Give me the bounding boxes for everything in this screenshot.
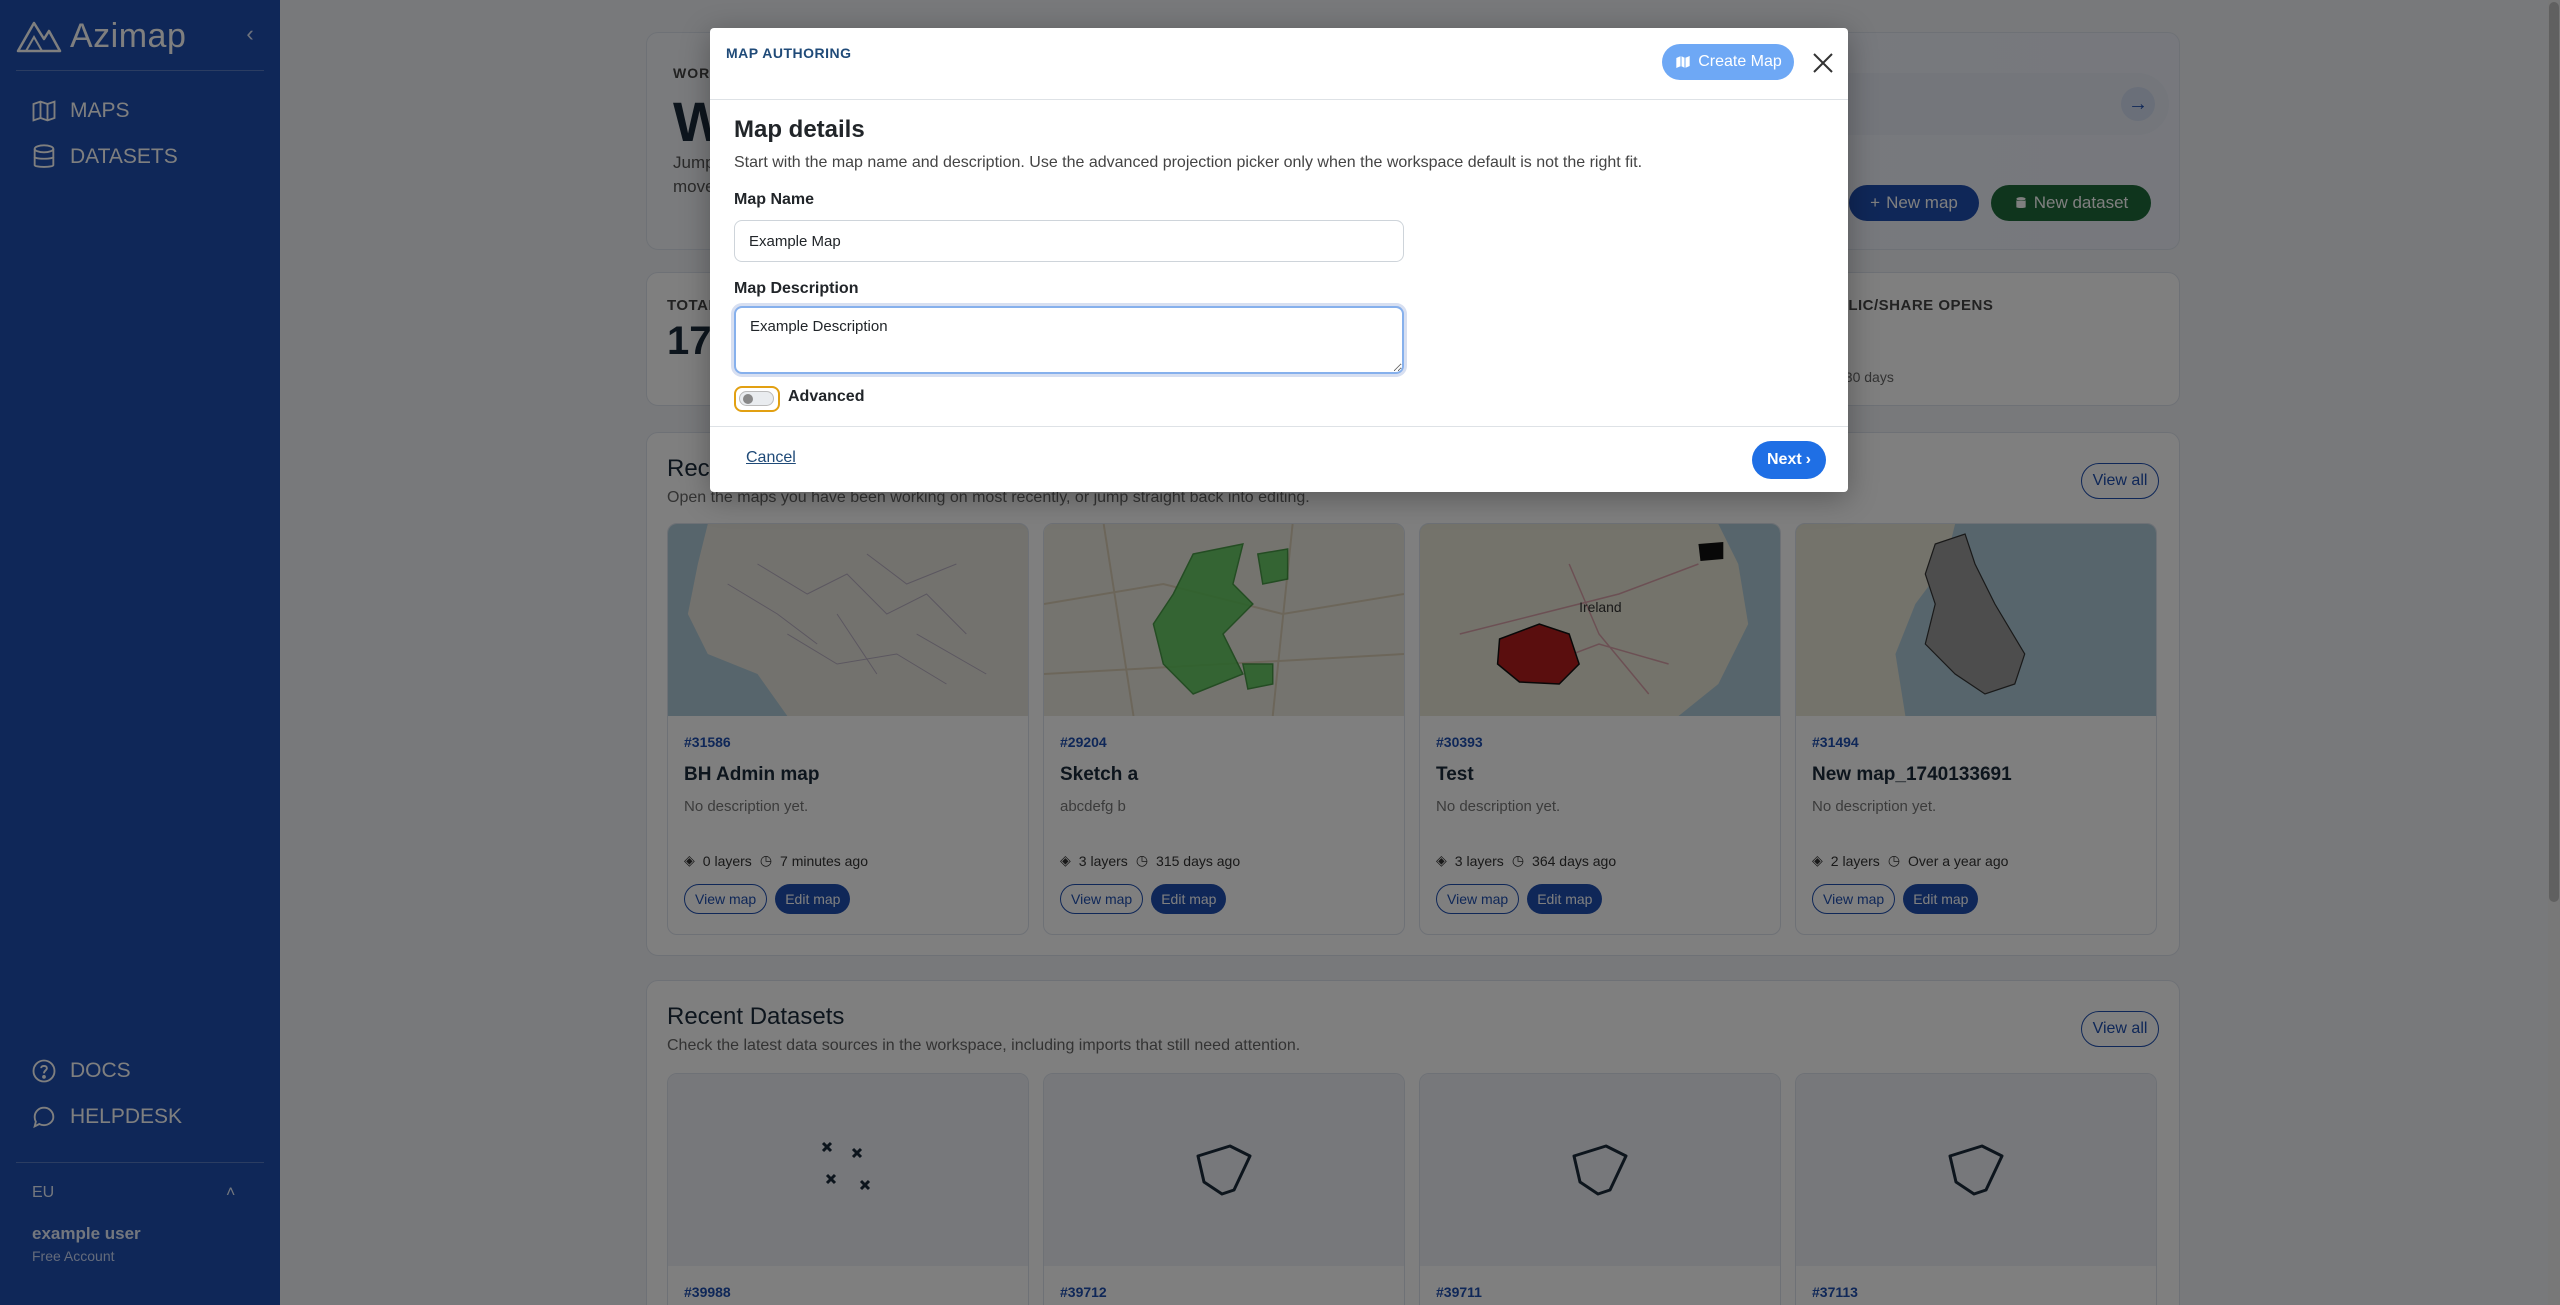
modal-subtitle: Start with the map name and description.… — [734, 154, 1643, 171]
map-name-label: Map Name — [734, 191, 815, 208]
chevron-right-icon: › — [1805, 451, 1811, 468]
map-details-modal: MAP AUTHORING Create Map Map details Sta… — [710, 28, 1848, 492]
modal-footer: Cancel Next › — [710, 426, 1848, 492]
create-map-label: Create Map — [1698, 53, 1782, 70]
next-button[interactable]: Next › — [1752, 441, 1826, 479]
map-description-label: Map Description — [734, 280, 859, 297]
map-icon — [1676, 56, 1690, 68]
advanced-toggle-label[interactable]: Advanced — [788, 388, 864, 406]
modal-header: MAP AUTHORING Create Map — [710, 28, 1848, 100]
create-map-button[interactable]: Create Map — [1662, 44, 1794, 80]
cancel-link[interactable]: Cancel — [746, 449, 796, 467]
map-name-input[interactable] — [734, 220, 1404, 262]
modal-title: Map details — [734, 116, 865, 143]
toggle-knob — [743, 394, 753, 404]
close-icon[interactable] — [1810, 50, 1836, 76]
map-description-input[interactable]: Example Description — [734, 306, 1404, 374]
modal-eyebrow: MAP AUTHORING — [726, 45, 852, 61]
next-label: Next — [1766, 451, 1802, 468]
toggle-track — [739, 391, 774, 406]
advanced-toggle[interactable] — [734, 386, 780, 412]
